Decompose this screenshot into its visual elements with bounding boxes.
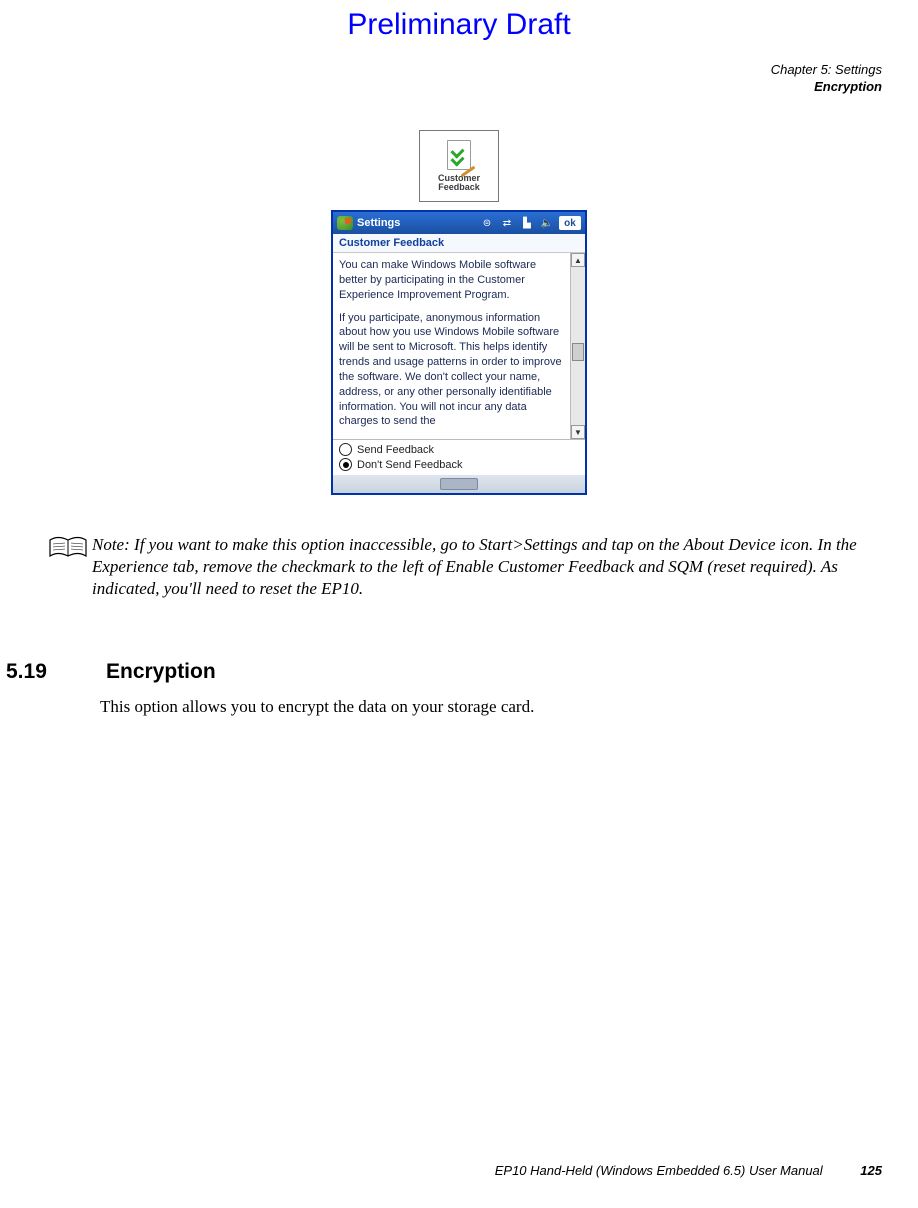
titlebar-title: Settings bbox=[357, 217, 400, 229]
radio-group: Send Feedback Don't Send Feedback bbox=[333, 439, 585, 475]
scroll-thumb[interactable] bbox=[572, 343, 584, 361]
page-header: Chapter 5: Settings Encryption bbox=[771, 62, 882, 96]
radio-dont-send-feedback[interactable]: Don't Send Feedback bbox=[339, 457, 579, 472]
ok-button[interactable]: ok bbox=[559, 216, 581, 230]
radio-icon[interactable] bbox=[339, 443, 352, 456]
screen-body-text: You can make Windows Mobile software bet… bbox=[333, 253, 570, 439]
note-block: Note: If you want to make this option in… bbox=[48, 534, 878, 599]
signal-icon[interactable]: ▙ bbox=[519, 216, 535, 230]
keyboard-icon[interactable] bbox=[440, 478, 478, 490]
page-footer: EP10 Hand-Held (Windows Embedded 6.5) Us… bbox=[0, 1163, 882, 1178]
footer-page-number: 125 bbox=[860, 1163, 882, 1178]
customer-feedback-icon-box: Customer Feedback bbox=[419, 130, 499, 202]
icon-caption: Customer Feedback bbox=[438, 174, 480, 193]
scroll-down-button[interactable]: ▼ bbox=[571, 425, 585, 439]
screen-subtitle: Customer Feedback bbox=[333, 234, 585, 253]
scrollbar[interactable]: ▲ ▼ bbox=[570, 253, 585, 439]
header-section: Encryption bbox=[771, 79, 882, 96]
radio-label-1: Send Feedback bbox=[357, 444, 434, 456]
radio-label-2: Don't Send Feedback bbox=[357, 459, 462, 471]
titlebar: Settings ⊜ ⇄ ▙ 🔈 ok bbox=[333, 212, 585, 234]
note-body: If you want to make this option inaccess… bbox=[92, 535, 857, 598]
radio-icon-selected[interactable] bbox=[339, 458, 352, 471]
radio-send-feedback[interactable]: Send Feedback bbox=[339, 442, 579, 457]
start-icon[interactable] bbox=[337, 216, 353, 230]
footer-manual-title: EP10 Hand-Held (Windows Embedded 6.5) Us… bbox=[495, 1163, 823, 1178]
icon-caption-line2: Feedback bbox=[438, 182, 480, 192]
bottom-bar bbox=[333, 475, 585, 493]
section-title: Encryption bbox=[106, 660, 216, 684]
data-icon[interactable]: ⇄ bbox=[499, 216, 515, 230]
device-screenshot: Settings ⊜ ⇄ ▙ 🔈 ok Customer Feedback Yo… bbox=[331, 210, 587, 495]
screen-paragraph-2: If you participate, anonymous informatio… bbox=[339, 311, 564, 430]
connectivity-icon[interactable]: ⊜ bbox=[479, 216, 495, 230]
volume-icon[interactable]: 🔈 bbox=[539, 216, 555, 230]
scroll-up-button[interactable]: ▲ bbox=[571, 253, 585, 267]
watermark-text: Preliminary Draft bbox=[0, 8, 918, 42]
checklist-icon bbox=[447, 140, 471, 170]
section-heading: 5.19 Encryption bbox=[0, 660, 918, 684]
figure-group: Customer Feedback Settings ⊜ ⇄ ▙ 🔈 ok Cu… bbox=[0, 130, 918, 495]
note-label: Note: bbox=[92, 535, 130, 554]
section-number: 5.19 bbox=[0, 660, 106, 684]
book-icon bbox=[48, 534, 92, 565]
header-chapter: Chapter 5: Settings bbox=[771, 62, 882, 79]
section-body: This option allows you to encrypt the da… bbox=[100, 696, 878, 718]
note-text: Note: If you want to make this option in… bbox=[92, 534, 878, 599]
screen-paragraph-1: You can make Windows Mobile software bet… bbox=[339, 258, 564, 303]
